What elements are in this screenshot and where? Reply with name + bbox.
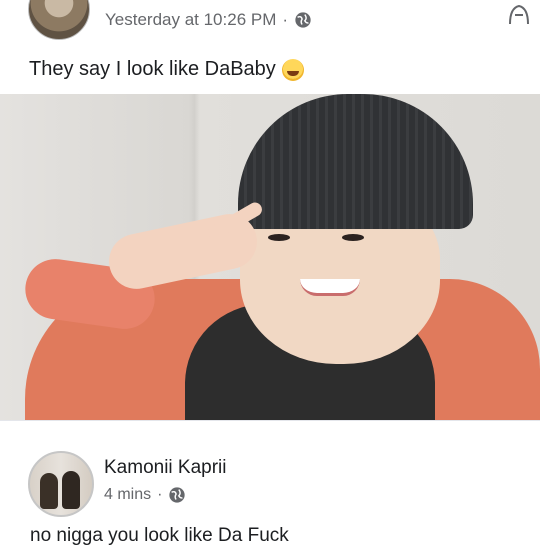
caption-text: They say I look like DaBaby: [29, 58, 276, 80]
comment-text: no nigga you look like Da Fuck: [30, 525, 289, 546]
post-photo[interactable]: [0, 94, 540, 420]
avatar-person-right: [62, 471, 80, 509]
globe-icon[interactable]: [294, 11, 312, 29]
poster-avatar[interactable]: [28, 0, 90, 40]
post-header: Yesterday at 10:26 PM · They say I look …: [0, 0, 540, 96]
comment-meta: 4 mins ·: [104, 486, 186, 504]
meta-separator: ·: [282, 10, 289, 29]
avatar-person-left: [40, 473, 58, 509]
more-options-icon[interactable]: [506, 2, 532, 28]
photo-eye-left: [268, 234, 290, 241]
comment-time[interactable]: 4 mins: [104, 486, 151, 504]
post-caption: They say I look like DaBaby: [29, 58, 304, 81]
photo-eye-right: [342, 234, 364, 241]
post-meta: Yesterday at 10:26 PM ·: [105, 10, 312, 30]
post-timestamp[interactable]: Yesterday at 10:26 PM: [105, 10, 276, 30]
comment-meta-separator: ·: [157, 486, 163, 503]
photo-smile: [300, 279, 360, 296]
commenter-name[interactable]: Kamonii Kaprii: [104, 457, 227, 479]
laughing-emoji-icon: [281, 58, 304, 81]
commenter-avatar[interactable]: [28, 451, 94, 517]
globe-icon[interactable]: [168, 486, 186, 504]
comment: Kamonii Kaprii 4 mins · no nigga you loo…: [0, 420, 540, 546]
